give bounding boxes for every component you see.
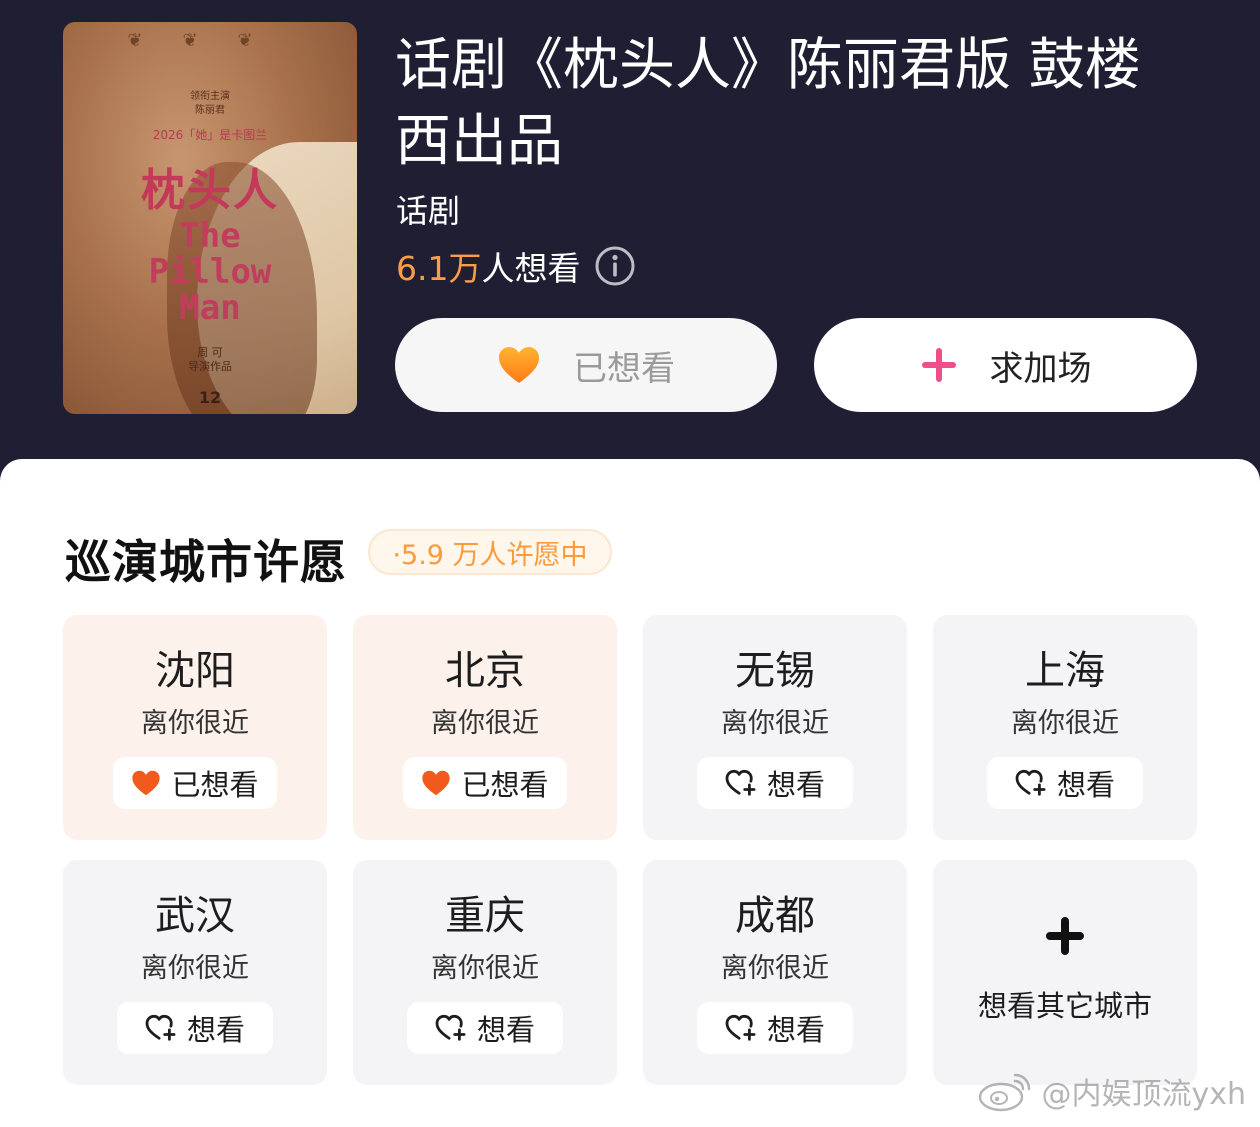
city-name: 沈阳 xyxy=(155,648,235,694)
poster-director: 周 可 导演作品 xyxy=(188,346,232,373)
city-card-shanghai[interactable]: 上海 离你很近 想看 xyxy=(933,615,1197,840)
poster-laurels: ❦❦❦ xyxy=(127,30,293,51)
watermark-text: @内娱顶流yxh xyxy=(1041,1077,1246,1112)
city-distance: 离你很近 xyxy=(141,708,249,739)
city-card-wuhan[interactable]: 武汉 离你很近 想看 xyxy=(63,860,327,1085)
city-card-shenyang[interactable]: 沈阳 离你很近 已想看 xyxy=(63,615,327,840)
city-name: 武汉 xyxy=(155,893,235,939)
poster-tag: 2026「她」是卡图兰 xyxy=(152,128,268,142)
request-extra-show-label: 求加场 xyxy=(989,348,1092,389)
weibo-icon xyxy=(977,1069,1033,1113)
want-button[interactable]: 想看 xyxy=(697,1002,853,1054)
state-label: 想看 xyxy=(1056,768,1115,802)
state-label: 想看 xyxy=(186,1013,245,1047)
city-distance: 离你很近 xyxy=(721,953,829,984)
request-extra-show-button[interactable]: 求加场 xyxy=(814,318,1197,412)
state-label: 想看 xyxy=(766,768,825,802)
poster-en-title: The Pillow Man xyxy=(63,218,357,326)
city-name: 重庆 xyxy=(445,893,525,939)
city-name: 上海 xyxy=(1025,648,1105,694)
poster-en-title-line: Pillow xyxy=(148,252,272,292)
city-card-chongqing[interactable]: 重庆 离你很近 想看 xyxy=(353,860,617,1085)
heart-plus-icon xyxy=(435,1014,467,1042)
show-title: 话剧《枕头人》陈丽君版 鼓楼西出品 xyxy=(395,33,1141,174)
want-button[interactable]: 想看 xyxy=(407,1002,563,1054)
city-card-beijing[interactable]: 北京 离你很近 已想看 xyxy=(353,615,617,840)
city-card-chengdu[interactable]: 成都 离你很近 想看 xyxy=(643,860,907,1085)
city-distance: 离你很近 xyxy=(431,953,539,984)
show-header: ❦❦❦ 领衔主演 陈丽君 2026「她」是卡图兰 枕头人 The Pillow … xyxy=(0,0,1260,470)
want-count-row: 6.1万 人想看 xyxy=(396,244,636,288)
poster-anniversary: 12 xyxy=(198,388,222,407)
city-distance: 离你很近 xyxy=(141,953,249,984)
show-category: 话剧 xyxy=(396,192,461,230)
city-grid: 沈阳 离你很近 已想看 北京 离你很近 已想看 无锡 离你很近 想看 上海 离你… xyxy=(63,615,1197,1085)
city-name: 北京 xyxy=(445,648,525,694)
heart-plus-icon xyxy=(725,1014,757,1042)
want-button[interactable]: 想看 xyxy=(117,1002,273,1054)
other-city-label: 想看其它城市 xyxy=(977,988,1152,1023)
wanted-state-button[interactable]: 已想看 xyxy=(403,757,567,809)
heart-filled-icon xyxy=(131,769,161,797)
heart-filled-icon xyxy=(421,769,451,797)
want-count: 6.1万 xyxy=(396,249,482,288)
wanted-state-button[interactable]: 已想看 xyxy=(113,757,277,809)
watermark: @内娱顶流yxh xyxy=(977,1069,1246,1113)
wanted-button[interactable]: 已想看 xyxy=(395,318,777,412)
plus-icon xyxy=(1044,915,1086,957)
heart-plus-icon xyxy=(725,769,757,797)
city-name: 成都 xyxy=(735,893,815,939)
poster-credit: 领衔主演 陈丽君 xyxy=(190,91,230,116)
city-distance: 离你很近 xyxy=(1011,708,1119,739)
state-label: 想看 xyxy=(766,1013,825,1047)
state-label: 已想看 xyxy=(461,768,549,802)
want-count-suffix: 人想看 xyxy=(481,249,581,288)
state-label: 已想看 xyxy=(171,768,259,802)
heart-filled-icon xyxy=(497,345,541,385)
want-button[interactable]: 想看 xyxy=(987,757,1143,809)
info-icon[interactable] xyxy=(594,245,636,287)
section-title: 巡演城市许愿 xyxy=(65,535,347,589)
city-name: 无锡 xyxy=(735,648,815,694)
poster-cn-title: 枕头人 xyxy=(141,165,279,216)
poster-en-title-line: The xyxy=(179,216,241,256)
other-city-card[interactable]: 想看其它城市 xyxy=(933,860,1197,1085)
want-button[interactable]: 想看 xyxy=(697,757,853,809)
show-poster[interactable]: ❦❦❦ 领衔主演 陈丽君 2026「她」是卡图兰 枕头人 The Pillow … xyxy=(63,22,357,414)
plus-icon xyxy=(920,346,958,384)
city-distance: 离你很近 xyxy=(431,708,539,739)
city-card-wuxi[interactable]: 无锡 离你很近 想看 xyxy=(643,615,907,840)
tour-wish-panel: 巡演城市许愿 ·5.9 万人许愿中 沈阳 离你很近 已想看 北京 离你很近 已想… xyxy=(0,459,1260,1127)
heart-plus-icon xyxy=(145,1014,177,1042)
wish-count-badge: ·5.9 万人许愿中 xyxy=(368,529,612,575)
state-label: 想看 xyxy=(476,1013,535,1047)
poster-en-title-line: Man xyxy=(179,288,241,328)
city-distance: 离你很近 xyxy=(721,708,829,739)
wanted-button-label: 已想看 xyxy=(573,348,675,389)
heart-plus-icon xyxy=(1015,769,1047,797)
